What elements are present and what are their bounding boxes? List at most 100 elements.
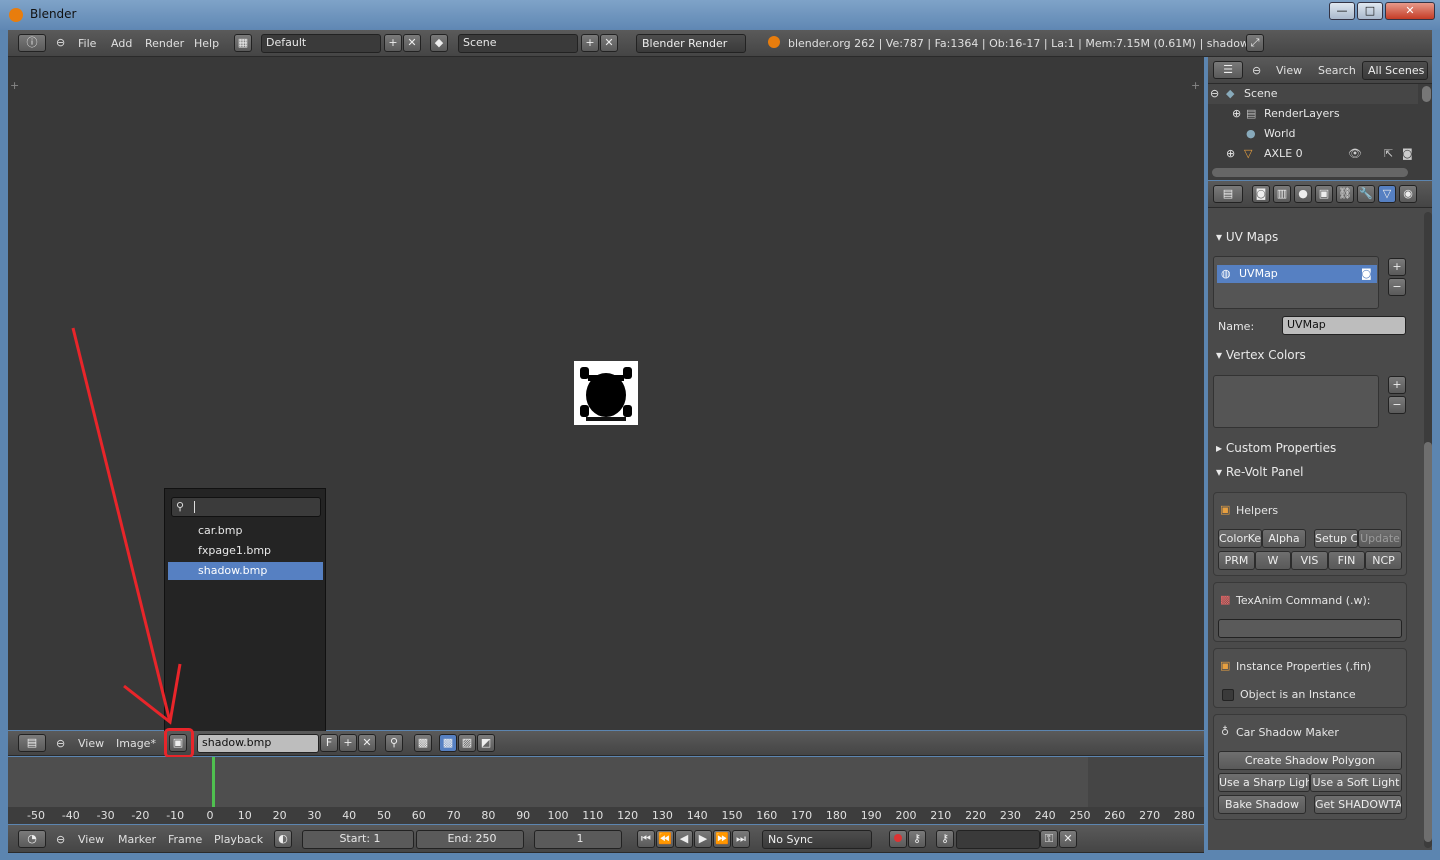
menu-search[interactable]: Search: [1318, 64, 1356, 77]
outliner-row-axle[interactable]: ⊕ ▽ AXLE 0 👁 ⇱ ◙: [1208, 144, 1418, 164]
outliner-row-scene[interactable]: ⊖ ◆ Scene: [1208, 84, 1418, 104]
vertex-colors-panel-header[interactable]: ▾ Vertex Colors: [1216, 348, 1306, 362]
layers-tab-icon[interactable]: ▥: [1273, 185, 1291, 203]
expand-icon[interactable]: ⊕: [1232, 104, 1241, 124]
timeline-area[interactable]: -50 -40 -30 -20 -10 0 10 20 30 40 50 60 70 80 90 100 110…: [8, 757, 1204, 824]
jump-keyframe-back-icon[interactable]: ⏪: [656, 830, 674, 848]
menu-marker[interactable]: Marker: [118, 833, 156, 846]
image-search-input[interactable]: ⚲: [171, 497, 321, 517]
menu-playback[interactable]: Playback: [214, 833, 263, 846]
layout-field[interactable]: Default: [261, 34, 381, 53]
editor-type-icon[interactable]: ⓘ: [18, 34, 46, 52]
outliner-row-world[interactable]: ● World: [1208, 124, 1418, 144]
menu-image[interactable]: Image*: [116, 737, 156, 750]
delete-keyframe-icon[interactable]: ✕: [1059, 830, 1077, 848]
insert-keyframe-icon[interactable]: ⚿: [1040, 830, 1058, 848]
record-icon[interactable]: [889, 830, 907, 848]
image-name-field[interactable]: shadow.bmp: [197, 734, 319, 753]
custom-properties-panel-header[interactable]: ▸ Custom Properties: [1216, 441, 1336, 455]
editor-type-image-icon[interactable]: ▤: [18, 734, 46, 752]
menu-file[interactable]: File: [78, 37, 96, 50]
unlink-image-icon[interactable]: ✕: [358, 734, 376, 752]
editor-type-properties-icon[interactable]: ▤: [1213, 185, 1243, 203]
remove-uv-map-button[interactable]: −: [1388, 278, 1406, 296]
collapse-icon[interactable]: ⊖: [56, 737, 65, 750]
instance-checkbox[interactable]: [1222, 689, 1234, 701]
add-uv-map-button[interactable]: +: [1388, 258, 1406, 276]
editor-type-timeline-icon[interactable]: ◔: [18, 830, 46, 848]
sync-select[interactable]: No Sync: [762, 830, 872, 849]
material-tab-icon[interactable]: ◉: [1399, 185, 1417, 203]
revolt-panel-header[interactable]: ▾ Re-Volt Panel: [1216, 465, 1304, 479]
rgb-icon[interactable]: ▩: [439, 734, 457, 752]
modifiers-tab-icon[interactable]: 🔧: [1357, 185, 1375, 203]
alpha-checker-icon[interactable]: ▩: [414, 734, 432, 752]
play-reverse-icon[interactable]: ◀: [675, 830, 693, 848]
keying-set-field[interactable]: [956, 830, 1040, 849]
jump-end-icon[interactable]: ⏭: [732, 830, 750, 848]
jump-start-icon[interactable]: ⏮: [637, 830, 655, 848]
image-item-car[interactable]: car.bmp: [168, 522, 323, 540]
prm-button[interactable]: PRM: [1218, 551, 1255, 570]
image-item-shadow[interactable]: shadow.bmp: [168, 562, 323, 580]
fake-user-button[interactable]: F: [320, 734, 338, 752]
maximize-button[interactable]: □: [1357, 2, 1383, 20]
sharp-light-button[interactable]: Use a Sharp Light: [1218, 773, 1310, 792]
w-button[interactable]: W: [1255, 551, 1291, 570]
expand-icon[interactable]: ⊕: [1226, 144, 1235, 164]
collapse-icon[interactable]: ⊖: [1252, 64, 1261, 77]
outliner-filter-select[interactable]: All Scenes: [1362, 61, 1428, 80]
get-shadowtable-button[interactable]: Get SHADOWTA: [1314, 795, 1402, 814]
outliner-row-renderlayers[interactable]: ⊕ ▤ RenderLayers: [1208, 104, 1418, 124]
area-split-icon[interactable]: +: [10, 79, 19, 92]
close-button[interactable]: ✕: [1385, 2, 1435, 20]
colorkey-button[interactable]: ColorKe: [1218, 529, 1262, 548]
playhead[interactable]: [212, 757, 215, 807]
add-layout-icon[interactable]: +: [384, 34, 402, 52]
pin-icon[interactable]: ⚲: [385, 734, 403, 752]
editor-type-outliner-icon[interactable]: ☰: [1213, 61, 1243, 79]
end-frame-field[interactable]: End: 250: [416, 830, 524, 849]
create-shadow-polygon-button[interactable]: Create Shadow Polygon: [1218, 751, 1402, 770]
alpha-icon[interactable]: ▨: [458, 734, 476, 752]
screen-layout-icon[interactable]: ▦: [234, 34, 252, 52]
jump-keyframe-forward-icon[interactable]: ⏩: [713, 830, 731, 848]
expand-icon[interactable]: ⊖: [1210, 84, 1219, 104]
scene-icon[interactable]: ◆: [430, 34, 448, 52]
render-engine-select[interactable]: Blender Render: [636, 34, 746, 53]
start-frame-field[interactable]: Start: 1: [302, 830, 414, 849]
remove-scene-icon[interactable]: ✕: [600, 34, 618, 52]
menu-view[interactable]: View: [78, 833, 104, 846]
render-tab-icon[interactable]: ◙: [1252, 185, 1270, 203]
ncp-button[interactable]: NCP: [1365, 551, 1402, 570]
zbuffer-icon[interactable]: ◩: [477, 734, 495, 752]
menu-render[interactable]: Render: [145, 37, 184, 50]
add-vertex-color-button[interactable]: +: [1388, 376, 1406, 394]
world-tab-icon[interactable]: ●: [1294, 185, 1312, 203]
fullscreen-icon[interactable]: ⤢: [1246, 34, 1264, 52]
properties-scrollbar[interactable]: [1424, 442, 1432, 842]
play-icon[interactable]: ▶: [694, 830, 712, 848]
menu-add[interactable]: Add: [111, 37, 132, 50]
visibility-eye-icon[interactable]: 👁: [1348, 144, 1362, 164]
outliner-scrollbar[interactable]: [1422, 86, 1431, 102]
uv-maps-panel-header[interactable]: ▾ UV Maps: [1216, 230, 1278, 244]
alpha-button[interactable]: Alpha: [1262, 529, 1306, 548]
collapse-icon[interactable]: ⊖: [56, 36, 65, 49]
uv-map-item[interactable]: ◍ UVMap ◙: [1217, 265, 1377, 283]
vis-button[interactable]: VIS: [1291, 551, 1328, 570]
object-tab-icon[interactable]: ▣: [1315, 185, 1333, 203]
setup-button[interactable]: Setup C: [1314, 529, 1358, 548]
scene-field[interactable]: Scene: [458, 34, 578, 53]
constraints-tab-icon[interactable]: ⛓: [1336, 185, 1354, 203]
new-image-icon[interactable]: +: [339, 734, 357, 752]
menu-view[interactable]: View: [1276, 64, 1302, 77]
mesh-data-tab-icon[interactable]: ▽: [1378, 185, 1396, 203]
render-camera-icon[interactable]: ◙: [1402, 144, 1413, 164]
active-render-camera-icon[interactable]: ◙: [1361, 265, 1372, 283]
add-scene-icon[interactable]: +: [581, 34, 599, 52]
minimize-button[interactable]: —: [1329, 2, 1355, 20]
vertex-colors-list[interactable]: [1213, 375, 1379, 428]
select-cursor-icon[interactable]: ⇱: [1384, 144, 1393, 164]
remove-layout-icon[interactable]: ✕: [403, 34, 421, 52]
